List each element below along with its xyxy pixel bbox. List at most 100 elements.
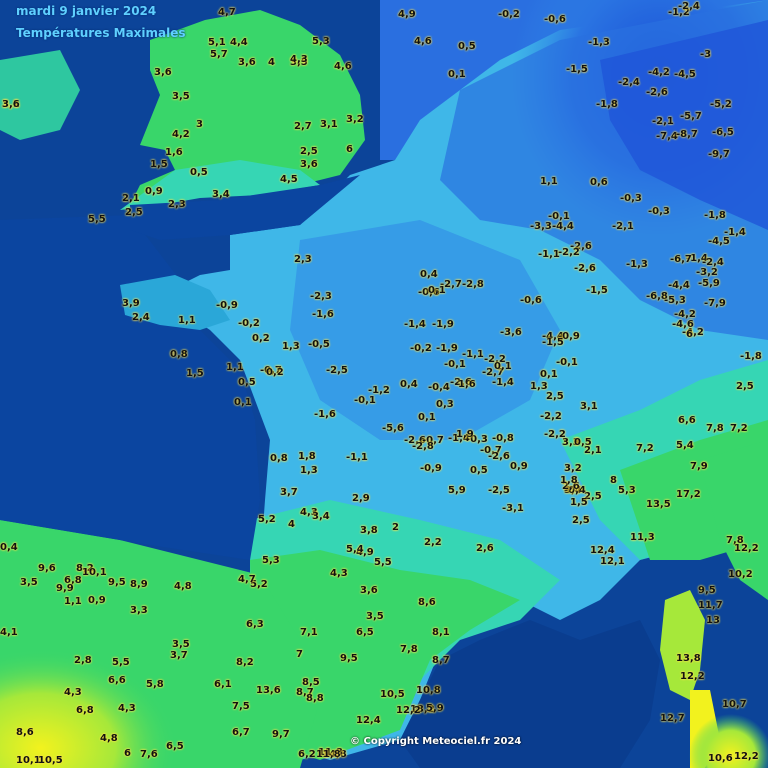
temperature-value: 2,3 bbox=[168, 199, 186, 210]
temperature-value: 0,9 bbox=[510, 461, 528, 472]
temperature-value: -2,8 bbox=[462, 279, 484, 290]
temperature-value: 0,6 bbox=[590, 177, 608, 188]
temperature-value: 4,5 bbox=[280, 174, 298, 185]
map-subtitle: Températures Maximales bbox=[16, 26, 186, 40]
temperature-value: -7,9 bbox=[704, 298, 726, 309]
temperature-value: -4,4 bbox=[668, 280, 690, 291]
temperature-value: 6 bbox=[346, 144, 353, 155]
temperature-value: 0,5 bbox=[238, 377, 256, 388]
temperature-value: 0,9 bbox=[88, 595, 106, 606]
temperature-value: -2,4 bbox=[702, 257, 724, 268]
temperature-value: 9,7 bbox=[272, 729, 290, 740]
temperature-value: 0,5 bbox=[190, 167, 208, 178]
temperature-value: -2,8 bbox=[412, 441, 434, 452]
temperature-value: 10,5 bbox=[38, 755, 63, 766]
temperature-value: 10,8 bbox=[416, 685, 441, 696]
temperature-value: 7,9 bbox=[690, 461, 708, 472]
temperature-value: 5,3 bbox=[262, 555, 280, 566]
temperature-value: 0,1 bbox=[494, 361, 512, 372]
temperature-value: 0,4 bbox=[400, 379, 418, 390]
temperature-value: 3,8 bbox=[360, 525, 378, 536]
temperature-value: -0,6 bbox=[520, 295, 542, 306]
temperature-value: 0,4 bbox=[420, 269, 438, 280]
temperature-value: 3,9 bbox=[122, 298, 140, 309]
temperature-value: 6,8 bbox=[76, 705, 94, 716]
temperature-value: -1,3 bbox=[588, 37, 610, 48]
temperature-value: -0,9 bbox=[420, 463, 442, 474]
temperature-value: -2,3 bbox=[310, 291, 332, 302]
temperature-value: 4,6 bbox=[414, 36, 432, 47]
temperature-value: 6 bbox=[686, 329, 693, 340]
temperature-value: -5,3 bbox=[664, 295, 686, 306]
temperature-value: 4,3 bbox=[330, 568, 348, 579]
temperature-value: 3,5 bbox=[172, 639, 190, 650]
temperature-value: 12,1 bbox=[600, 556, 625, 567]
temperature-value: 5,7 bbox=[210, 49, 228, 60]
temperature-value: 6,5 bbox=[166, 741, 184, 752]
temperature-value: 7,1 bbox=[300, 627, 318, 638]
temperature-value: 1,5 bbox=[570, 497, 588, 508]
temperature-value: -2,4 bbox=[618, 77, 640, 88]
temperature-value: 6,6 bbox=[108, 675, 126, 686]
temperature-value: 0,5 bbox=[470, 465, 488, 476]
temperature-value: 5,2 bbox=[258, 514, 276, 525]
temperature-value: 9,5 bbox=[108, 577, 126, 588]
temperature-value: 0,1 bbox=[418, 412, 436, 423]
temperature-value: 0,3 bbox=[436, 399, 454, 410]
temperature-value: 13,5 bbox=[646, 499, 671, 510]
temperature-value: 12,2 bbox=[734, 543, 759, 554]
temperature-value: 12,2 bbox=[680, 671, 705, 682]
temperature-value: -7,4 bbox=[656, 131, 678, 142]
temperature-value: 4,7 bbox=[238, 574, 256, 585]
temperature-value: 10,7 bbox=[722, 699, 747, 710]
temperature-value: -0,1 bbox=[556, 357, 578, 368]
temperature-value: 2,5 bbox=[572, 515, 590, 526]
temperature-value: 9,6 bbox=[38, 563, 56, 574]
temperature-value: -9,7 bbox=[708, 149, 730, 160]
temperature-value: 6,7 bbox=[232, 727, 250, 738]
temperature-value: -1,4 bbox=[492, 377, 514, 388]
temperature-value: 3,6 bbox=[2, 99, 20, 110]
temperature-value: -4,6 bbox=[672, 319, 694, 330]
temperature-value: 5,1 bbox=[208, 37, 226, 48]
temperature-value: -5,6 bbox=[382, 423, 404, 434]
temperature-value: 10,5 bbox=[380, 689, 405, 700]
temperature-value: 6,1 bbox=[214, 679, 232, 690]
temperature-value: 4,3 bbox=[64, 687, 82, 698]
temperature-value: 1,1 bbox=[178, 315, 196, 326]
temperature-value: -5,9 bbox=[698, 278, 720, 289]
temperature-value: 1,9 bbox=[456, 429, 474, 440]
temperature-value: -2,6 bbox=[488, 451, 510, 462]
temperature-map: mardi 9 janvier 2024 Températures Maxima… bbox=[0, 0, 768, 768]
temperature-value: 9,5 bbox=[698, 585, 716, 596]
temperature-value: 1,6 bbox=[458, 379, 476, 390]
temperature-value: 4 bbox=[288, 519, 295, 530]
temperature-value: -1,6 bbox=[312, 309, 334, 320]
temperature-value: 7,5 bbox=[232, 701, 250, 712]
temperature-value: -3 bbox=[700, 49, 712, 60]
temperature-value: 2 bbox=[392, 522, 399, 533]
temperature-value: 7,2 bbox=[636, 443, 654, 454]
temperature-value: 5,3 bbox=[312, 36, 330, 47]
temperature-value: 3,3 bbox=[130, 605, 148, 616]
temperature-value: -1,5 bbox=[586, 285, 608, 296]
temperature-value: 4,1 bbox=[0, 627, 18, 638]
temperature-value: 7,8 bbox=[400, 644, 418, 655]
temperature-value: 8,6 bbox=[16, 727, 34, 738]
temperature-value: 3,6 bbox=[300, 159, 318, 170]
temperature-value: -2,1 bbox=[652, 116, 674, 127]
temperature-value: 2,9 bbox=[352, 493, 370, 504]
temperature-value: -0,2 bbox=[410, 343, 432, 354]
temperature-value: 1,1 bbox=[540, 176, 558, 187]
temperature-value: 3,1 bbox=[320, 119, 338, 130]
temperature-value: 8,1 bbox=[432, 627, 450, 638]
temperature-value: 0,1 bbox=[428, 285, 446, 296]
temperature-value: 0,5 bbox=[458, 41, 476, 52]
temperature-value: 3,5 bbox=[20, 577, 38, 588]
temperature-value: 1,6 bbox=[165, 147, 183, 158]
temperature-value: 7,8 bbox=[706, 423, 724, 434]
temperature-value: 1,5 bbox=[186, 368, 204, 379]
temperature-value: -2,6 bbox=[646, 87, 668, 98]
copyright-text: © Copyright Meteociel.fr 2024 bbox=[350, 736, 522, 747]
temperature-value: 10,2 bbox=[728, 569, 753, 580]
